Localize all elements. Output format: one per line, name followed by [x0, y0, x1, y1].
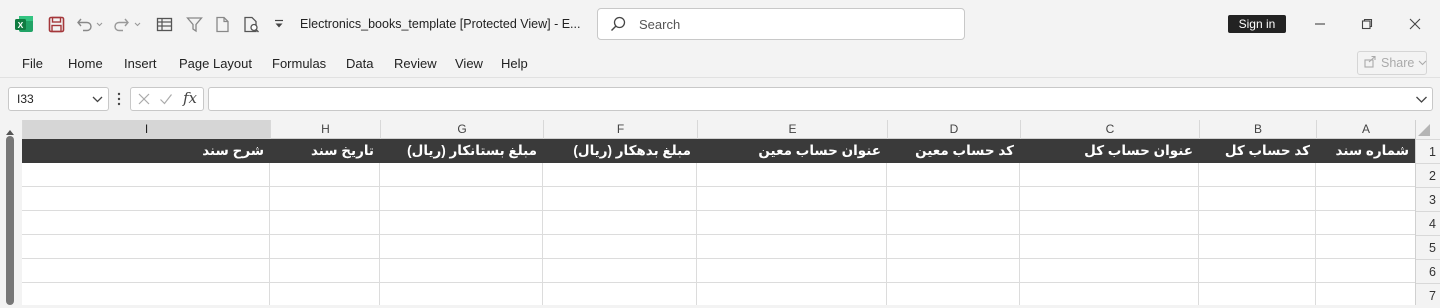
enter-icon[interactable] [159, 92, 173, 111]
cell-a1[interactable]: شماره سند [1316, 139, 1415, 163]
row-header-1[interactable]: 1 [1416, 139, 1440, 163]
row-header-4[interactable]: 4 [1416, 211, 1440, 235]
redo-icon[interactable] [114, 14, 144, 34]
sign-in-button[interactable]: Sign in [1228, 15, 1286, 33]
cancel-icon[interactable] [137, 92, 151, 111]
row-header-3[interactable]: 3 [1416, 187, 1440, 211]
column-header-e[interactable]: E [697, 120, 887, 139]
formula-bar: I33 fx [0, 78, 1440, 120]
column-header-a[interactable]: A [1316, 120, 1415, 139]
print-preview-icon[interactable] [241, 14, 261, 34]
menu-help[interactable]: Help [501, 56, 528, 71]
menu-home[interactable]: Home [68, 56, 103, 71]
column-header-f[interactable]: F [543, 120, 697, 139]
menu-insert[interactable]: Insert [124, 56, 157, 71]
excel-logo: X [14, 14, 34, 34]
minimize-icon[interactable] [1308, 12, 1332, 36]
cell-i1[interactable]: شرح سند [22, 139, 270, 163]
row-headers: 1 2 3 4 5 6 7 [1415, 120, 1440, 305]
form-icon[interactable] [154, 14, 174, 34]
column-header-c[interactable]: C [1020, 120, 1199, 139]
grid-line [22, 210, 1415, 211]
worksheet-grid: I H G F E D C B A 1 2 3 4 5 6 7 شرح سند … [0, 120, 1440, 305]
chevron-down-icon[interactable] [92, 88, 103, 117]
chevron-down-icon [1418, 56, 1427, 70]
scroll-thumb[interactable] [6, 136, 14, 305]
column-header-g[interactable]: G [380, 120, 543, 139]
grid-line [22, 186, 1415, 187]
svg-text:X: X [18, 20, 24, 30]
search-placeholder: Search [639, 17, 681, 32]
cell-d1[interactable]: کد حساب معین [887, 139, 1020, 163]
grid-line [22, 282, 1415, 283]
formula-actions: fx [130, 87, 204, 111]
document-title: Electronics_books_template [Protected Vi… [300, 17, 581, 31]
menu-file[interactable]: File [22, 56, 43, 71]
cell-f1[interactable]: مبلغ بدهکار (ریال) [543, 139, 697, 163]
menu-view[interactable]: View [455, 56, 483, 71]
select-all-corner[interactable] [1418, 124, 1430, 136]
cell-area[interactable]: شرح سند تاریخ سند مبلغ بستانکار (ریال) م… [22, 139, 1415, 305]
row-header-5[interactable]: 5 [1416, 235, 1440, 259]
search-box[interactable]: Search [597, 8, 965, 40]
menu-formulas[interactable]: Formulas [272, 56, 326, 71]
cell-e1[interactable]: عنوان حساب معین [697, 139, 887, 163]
column-headers: I H G F E D C B A [22, 120, 1415, 139]
cell-b1[interactable]: کد حساب کل [1199, 139, 1316, 163]
row-header-6[interactable]: 6 [1416, 259, 1440, 283]
save-icon[interactable] [46, 14, 66, 34]
cell-h1[interactable]: تاریخ سند [270, 139, 380, 163]
insert-function-button[interactable]: fx [183, 89, 197, 107]
column-header-i[interactable]: I [22, 120, 270, 139]
search-icon [610, 16, 626, 37]
name-box-value: I33 [17, 92, 34, 106]
grid-line [22, 234, 1415, 235]
ribbon-menu: File Home Insert Page Layout Formulas Da… [0, 48, 1440, 78]
new-doc-icon[interactable] [212, 14, 232, 34]
title-bar: X Electronics_books_template [Protected … [0, 0, 1440, 48]
cell-g1[interactable]: مبلغ بستانکار (ریال) [380, 139, 543, 163]
name-box[interactable]: I33 [8, 87, 109, 111]
share-label: Share [1381, 56, 1415, 70]
more-options-icon[interactable] [116, 91, 122, 112]
grid-line [22, 258, 1415, 259]
share-button[interactable]: Share [1357, 51, 1427, 75]
column-header-h[interactable]: H [270, 120, 380, 139]
filter-icon[interactable] [184, 14, 204, 34]
undo-icon[interactable] [76, 14, 106, 34]
menu-data[interactable]: Data [346, 56, 373, 71]
row-header-7[interactable]: 7 [1416, 283, 1440, 305]
menu-review[interactable]: Review [394, 56, 437, 71]
menu-page-layout[interactable]: Page Layout [179, 56, 252, 71]
cell-c1[interactable]: عنوان حساب کل [1020, 139, 1199, 163]
formula-input[interactable] [208, 87, 1433, 111]
vertical-scrollbar[interactable] [0, 120, 22, 305]
customize-dropdown-icon[interactable] [272, 14, 286, 34]
restore-icon[interactable] [1355, 12, 1379, 36]
close-icon[interactable] [1403, 12, 1427, 36]
row-header-2[interactable]: 2 [1416, 163, 1440, 187]
column-header-d[interactable]: D [887, 120, 1020, 139]
share-icon [1364, 55, 1377, 71]
table-header-row: شرح سند تاریخ سند مبلغ بستانکار (ریال) م… [22, 139, 1415, 163]
column-header-b[interactable]: B [1199, 120, 1316, 139]
expand-formula-bar-icon[interactable] [1415, 91, 1428, 112]
